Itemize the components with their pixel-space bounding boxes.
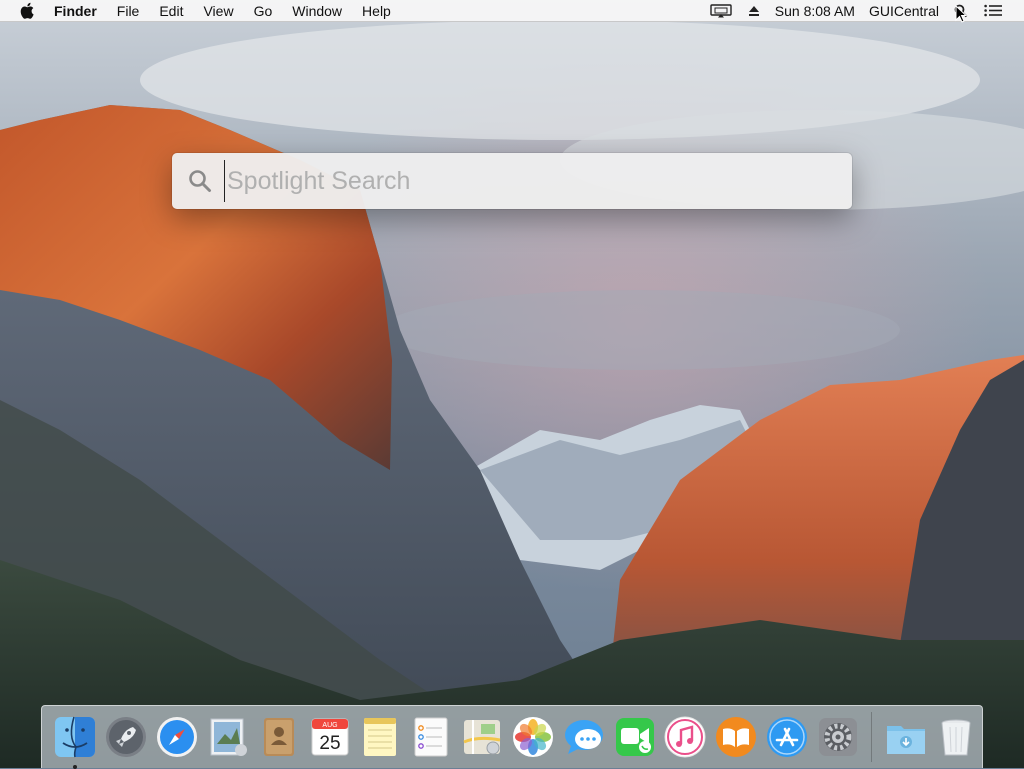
- system-preferences-gear-icon: [818, 718, 857, 756]
- maps-icon: [463, 720, 501, 755]
- dock-item-mail[interactable]: [202, 711, 253, 763]
- dock-item-finder[interactable]: [50, 711, 101, 769]
- finder-icon: [55, 716, 96, 758]
- itunes-note-icon: [664, 716, 706, 758]
- facetime-camera-icon: [615, 718, 654, 756]
- dock-item-safari[interactable]: [152, 711, 203, 763]
- dock-item-reminders[interactable]: [406, 711, 457, 763]
- spotlight-search-input[interactable]: [224, 160, 836, 202]
- dock-item-calendar[interactable]: AUG 25: [304, 711, 355, 763]
- mouse-cursor-icon: [955, 5, 967, 23]
- running-indicator: [73, 765, 78, 769]
- menu-edit[interactable]: Edit: [149, 0, 193, 22]
- dock-item-maps[interactable]: [457, 711, 508, 763]
- calendar-day: 25: [319, 733, 340, 754]
- messages-bubble-icon: [564, 720, 603, 754]
- dock-item-downloads[interactable]: [880, 711, 931, 763]
- dock-item-app-store[interactable]: [762, 711, 813, 763]
- menu-go[interactable]: Go: [244, 0, 283, 22]
- menubar-user[interactable]: GUICentral: [862, 0, 946, 22]
- dock: AUG 25: [41, 705, 983, 769]
- notification-center-icon[interactable]: [976, 0, 1010, 22]
- menu-help[interactable]: Help: [352, 0, 401, 22]
- apple-logo-icon[interactable]: [14, 2, 40, 19]
- dock-item-notes[interactable]: [355, 711, 406, 763]
- dock-item-photos[interactable]: [507, 711, 558, 763]
- menubar-clock[interactable]: Sun 8:08 AM: [768, 0, 862, 22]
- magnifier-icon: [188, 169, 218, 193]
- menu-app-name[interactable]: Finder: [40, 0, 107, 22]
- app-store-icon: [767, 717, 807, 757]
- dock-item-launchpad[interactable]: [101, 711, 152, 763]
- menu-bar: Finder File Edit View Go Window Help Sun…: [0, 0, 1024, 22]
- reminders-icon: [414, 717, 448, 757]
- desktop-wallpaper: [0, 0, 1024, 768]
- spotlight-search-panel: [172, 153, 852, 209]
- downloads-folder-icon: [886, 726, 925, 754]
- trash-icon: [941, 719, 971, 756]
- safari-compass-icon: [157, 717, 198, 757]
- dock-item-trash[interactable]: [931, 711, 982, 763]
- dock-item-system-preferences[interactable]: [812, 711, 863, 763]
- menu-file[interactable]: File: [107, 0, 150, 22]
- eject-icon[interactable]: [740, 0, 768, 22]
- dock-item-itunes[interactable]: [660, 711, 711, 763]
- calendar-month: AUG: [322, 722, 337, 729]
- mail-stamp-icon: [210, 718, 247, 756]
- calendar-icon: AUG 25: [311, 718, 349, 756]
- dock-separator: [871, 712, 873, 762]
- launchpad-rocket-icon: [106, 717, 147, 757]
- dock-item-ibooks[interactable]: [711, 711, 762, 763]
- contacts-book-icon: [263, 718, 294, 756]
- dock-item-messages[interactable]: [558, 711, 609, 763]
- dock-item-facetime[interactable]: [609, 711, 660, 763]
- menu-view[interactable]: View: [193, 0, 243, 22]
- dock-item-contacts[interactable]: [253, 711, 304, 763]
- menu-window[interactable]: Window: [282, 0, 352, 22]
- notes-icon: [364, 718, 397, 756]
- airplay-display-icon[interactable]: [702, 0, 740, 22]
- photos-flower-icon: [512, 717, 553, 757]
- ibooks-book-icon: [716, 717, 757, 757]
